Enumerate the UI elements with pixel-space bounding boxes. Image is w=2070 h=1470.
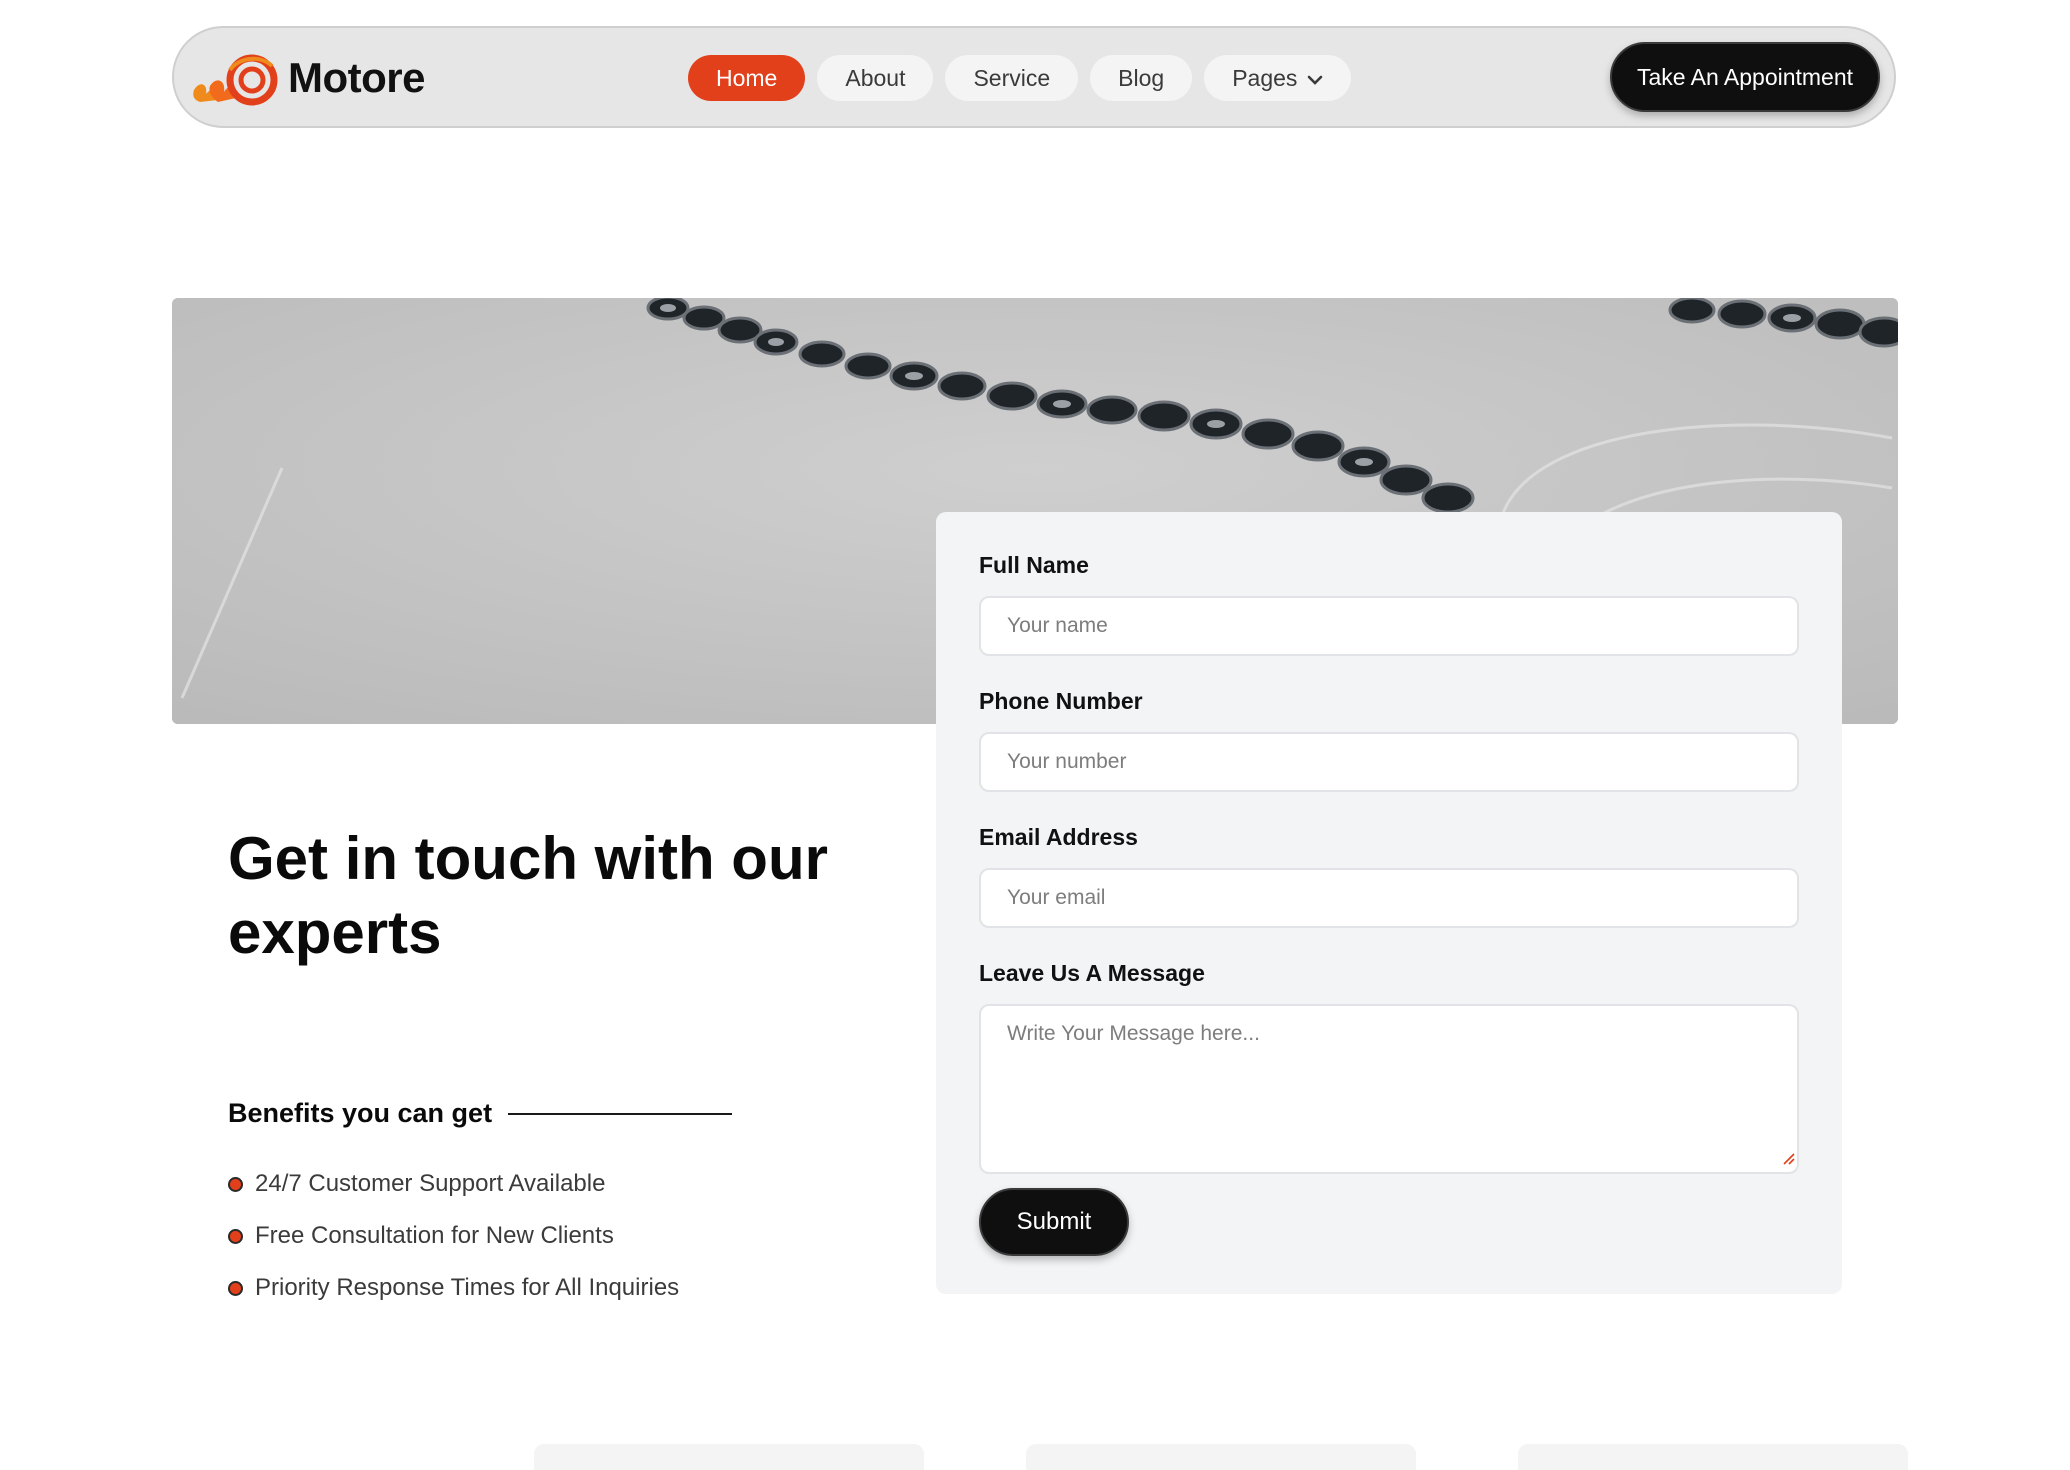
message-textarea[interactable] — [979, 1004, 1799, 1174]
benefit-item: Free Consultation for New Clients — [228, 1210, 679, 1262]
email-address-input[interactable] — [979, 868, 1799, 928]
bullet-dot-icon — [228, 1228, 243, 1244]
email-address-label: Email Address — [979, 824, 1138, 850]
submit-button[interactable]: Submit — [979, 1188, 1129, 1256]
benefits-list: 24/7 Customer Support Available Free Con… — [228, 1158, 679, 1314]
nav-home[interactable]: Home — [688, 55, 806, 101]
phone-number-label: Phone Number — [979, 688, 1143, 714]
info-card — [1518, 1444, 1908, 1470]
nav-service[interactable]: Service — [945, 55, 1079, 101]
bullet-dot-icon — [228, 1176, 243, 1192]
phone-number-input[interactable] — [979, 732, 1799, 792]
top-navbar: Motore Home About Service Blog Pages Tak… — [172, 26, 1896, 128]
info-card — [1026, 1444, 1416, 1470]
nav-blog[interactable]: Blog — [1090, 55, 1193, 101]
message-label: Leave Us A Message — [979, 960, 1205, 986]
contact-headline: Get in touch with our experts — [228, 825, 828, 966]
flame-wheel-logo-icon — [193, 54, 278, 106]
bullet-dot-icon — [228, 1280, 243, 1296]
benefit-text: Free Consultation for New Clients — [255, 1222, 614, 1249]
full-name-label: Full Name — [979, 552, 1089, 578]
resize-handle-icon[interactable] — [1780, 1150, 1796, 1166]
brand-name: Motore — [288, 54, 426, 101]
benefit-item: 24/7 Customer Support Available — [228, 1158, 679, 1210]
info-card — [534, 1444, 924, 1470]
benefit-text: 24/7 Customer Support Available — [255, 1170, 606, 1197]
benefits-heading: Benefits you can get — [228, 1098, 733, 1129]
brand-logo-link[interactable]: Motore — [190, 50, 426, 106]
take-appointment-button[interactable]: Take An Appointment — [1610, 42, 1880, 112]
contact-form: Full Name Phone Number Email Address Lea… — [936, 512, 1842, 1294]
nav-pages[interactable]: Pages — [1204, 55, 1352, 101]
benefit-item: Priority Response Times for All Inquirie… — [228, 1262, 679, 1314]
nav-about[interactable]: About — [817, 55, 934, 101]
benefit-text: Priority Response Times for All Inquirie… — [255, 1274, 680, 1301]
main-menu: Home About Service Blog Pages — [688, 55, 1352, 101]
benefits-title: Benefits you can get — [228, 1098, 493, 1128]
nav-pages-label: Pages — [1232, 64, 1298, 91]
chevron-down-icon — [1308, 75, 1323, 85]
benefits-divider — [508, 1112, 733, 1115]
full-name-input[interactable] — [979, 596, 1799, 656]
